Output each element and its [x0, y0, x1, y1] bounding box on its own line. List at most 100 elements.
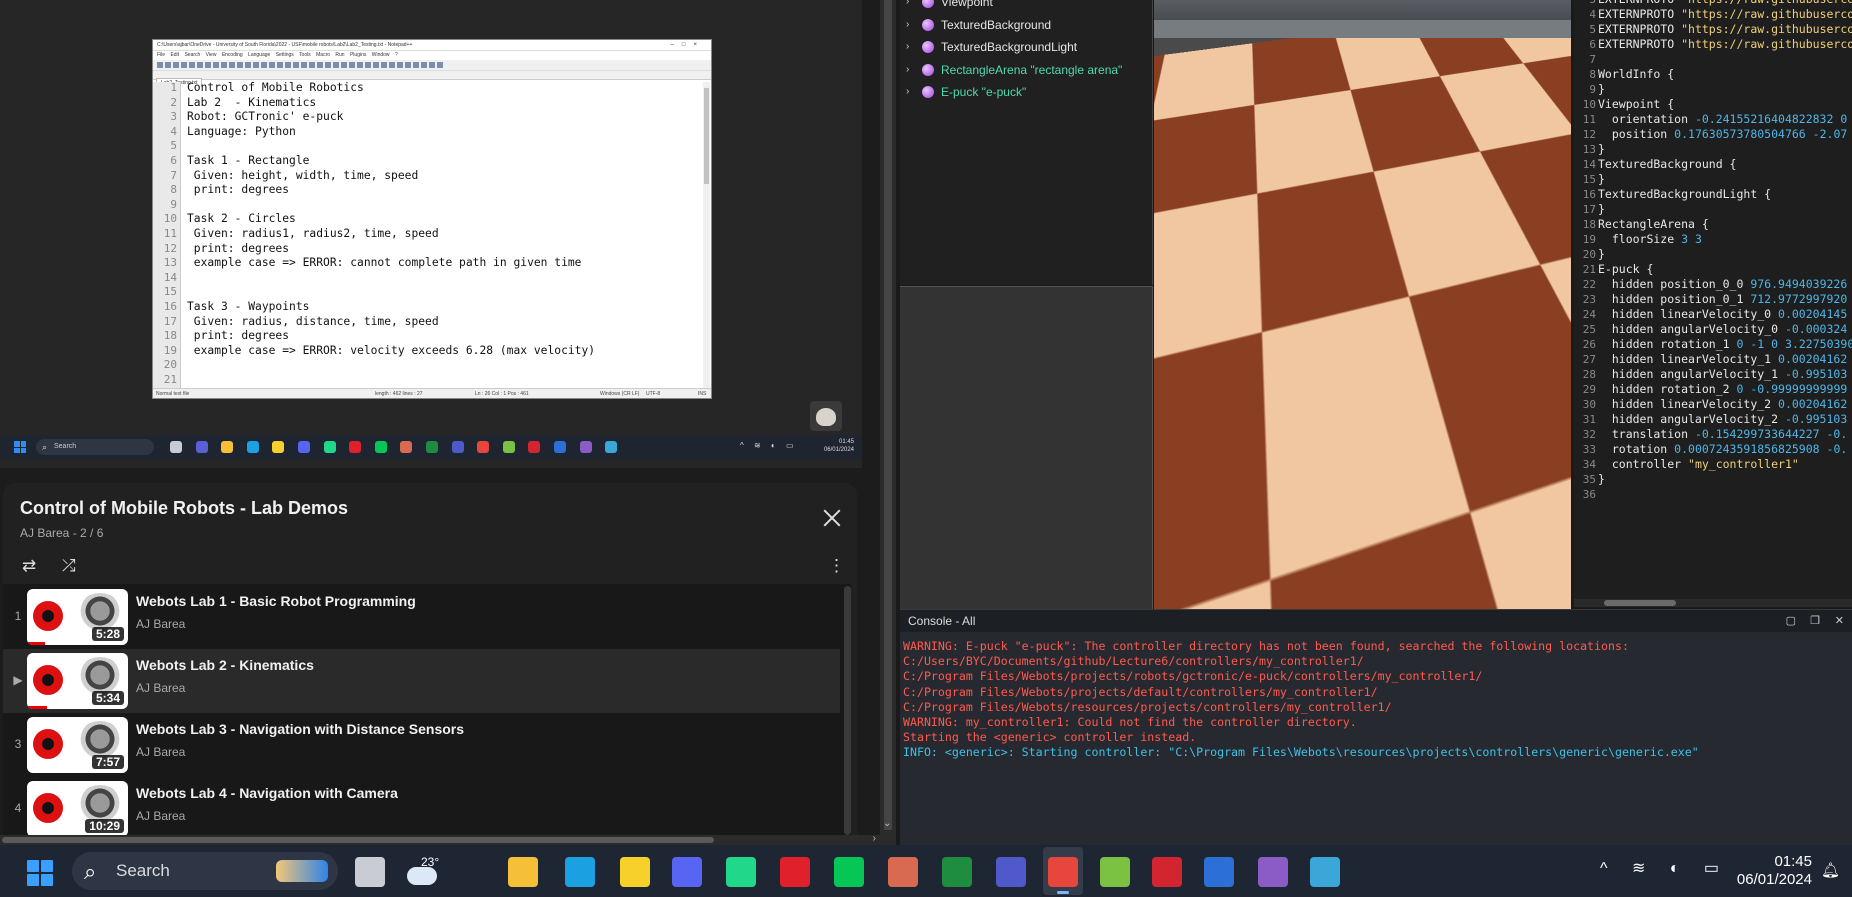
line-number: 17 — [163, 314, 177, 328]
playlist-item[interactable]: 1 5:28 Webots Lab 1 - Basic Robot Programm… — [3, 585, 840, 649]
line-icon[interactable] — [834, 857, 864, 887]
close-icon[interactable]: ✕ — [1835, 610, 1844, 632]
scene-tree-node[interactable]: › RectangleArena "rectangle arena" — [900, 59, 1152, 81]
scroll-down-icon[interactable]: ⌄ — [883, 818, 891, 829]
video-thumbnail[interactable]: 10:29 — [27, 781, 128, 835]
notepad-tabs: Lab2_Testing.txt — [153, 71, 711, 87]
duration-badge: 7:57 — [91, 755, 124, 769]
editor-code-line: hidden linearVelocity_0 0.00204145 — [1598, 307, 1848, 321]
github-icon[interactable] — [1258, 857, 1288, 887]
more-options-icon[interactable]: ⋮ — [828, 557, 845, 574]
visual-studio-icon[interactable] — [1204, 857, 1234, 887]
video-author[interactable]: AJ Barea — [136, 617, 185, 631]
red-app-icon[interactable] — [780, 857, 810, 887]
video-title[interactable]: Webots Lab 1 - Basic Robot Programming — [136, 593, 416, 609]
scene-tree-node[interactable]: › Viewpoint — [900, 0, 1152, 13]
playlist-item[interactable]: 3 7:57 Webots Lab 3 - Navigation with Dist… — [3, 713, 840, 777]
file-explorer-icon[interactable] — [508, 857, 538, 887]
scene-tree-node[interactable]: › E-puck "e-puck" — [900, 81, 1152, 103]
pycharm-icon[interactable] — [726, 857, 756, 887]
start-icon[interactable] — [27, 860, 53, 886]
node-type-icon — [922, 18, 934, 31]
e-puck-robot[interactable] — [1226, 226, 1276, 274]
editor-code-line: EXTERNPROTO "https://raw.githubuserco — [1598, 37, 1852, 51]
loop-icon[interactable]: ⇄ — [22, 556, 36, 576]
playlist-item[interactable]: ▶ 5:34 Webots Lab 2 - Kinematics AJ Barea — [3, 649, 840, 713]
playlist-title[interactable]: Control of Mobile Robots - Lab Demos — [20, 498, 348, 519]
video-thumbnail[interactable]: 5:34 — [27, 653, 128, 709]
green-board-icon[interactable] — [942, 857, 972, 887]
matlab-red-icon[interactable] — [1152, 857, 1182, 887]
line-number: 20 — [163, 358, 177, 372]
system-tray-icons[interactable]: ^ ≋ ◐ ▭ — [1600, 858, 1729, 878]
video-author[interactable]: AJ Barea — [136, 681, 185, 695]
editor-scrollbar — [703, 82, 710, 388]
editor-line-number: 7 — [1589, 53, 1596, 66]
teams-icon[interactable] — [996, 857, 1026, 887]
playlist-index: ▶ — [13, 673, 23, 687]
toolbar-icon — [397, 62, 403, 68]
editor-line-number: 33 — [1582, 443, 1596, 456]
chrome-icon[interactable] — [1048, 857, 1078, 887]
toolbar-icon — [421, 62, 427, 68]
edge-icon[interactable] — [565, 857, 595, 887]
editor-horizontal-scrollbar[interactable] — [1574, 599, 1852, 607]
weather-icon[interactable]: 23° — [405, 855, 443, 887]
discord-icon[interactable] — [672, 857, 702, 887]
toolbar-icon — [189, 62, 195, 68]
notification-bell-icon[interactable]: 🔔︎ — [1821, 861, 1840, 879]
scene-tree-node[interactable]: › TexturedBackgroundLight — [900, 36, 1152, 58]
vertical-scrollbar[interactable]: ⌄ — [880, 0, 896, 845]
editor-code-line: floorSize 3 3 — [1598, 232, 1702, 246]
3d-view[interactable] — [1154, 0, 1571, 609]
restore-icon[interactable]: ❐ — [1810, 610, 1820, 632]
editor-code-line: } — [1598, 202, 1605, 216]
video-title[interactable]: Webots Lab 4 - Navigation with Camera — [136, 785, 398, 801]
mini-green-board-icon — [426, 441, 438, 453]
editor-code-line: TexturedBackgroundLight { — [1598, 187, 1772, 201]
close-icon[interactable] — [821, 507, 843, 529]
video-title[interactable]: Webots Lab 3 - Navigation with Distance … — [136, 721, 464, 737]
code-line: Task 2 - Circles — [187, 212, 296, 226]
scene-tree-node[interactable]: › TexturedBackground — [900, 14, 1152, 36]
taskbar-search[interactable]: ⌕ Search — [72, 852, 338, 890]
expand-arrow-icon[interactable]: › — [906, 81, 909, 103]
editor-code-line: hidden position_0_1 712.9772997920 — [1598, 292, 1848, 306]
video-author[interactable]: AJ Barea — [136, 745, 185, 759]
editor-code-line: hidden angularVelocity_2 -0.995103 — [1598, 412, 1848, 426]
expand-arrow-icon[interactable]: › — [906, 59, 909, 81]
toolbar-icon — [173, 62, 179, 68]
expand-arrow-icon[interactable]: › — [906, 0, 909, 13]
video-player[interactable]: C:\Users\ajbar\OneDrive - University of … — [0, 0, 880, 835]
expand-arrow-icon[interactable]: › — [906, 14, 909, 36]
shuffle-icon[interactable]: ⤮ — [62, 556, 76, 576]
editor-code-line: hidden position_0_0 976.9494039226 — [1598, 277, 1848, 291]
editor-code-line: } — [1598, 247, 1605, 261]
line-number: 13 — [163, 256, 177, 270]
video-thumbnail[interactable]: 5:28 — [27, 589, 128, 645]
status-filetype: Normal text file — [156, 391, 190, 397]
toolbar-icon — [205, 62, 211, 68]
world-text-editor[interactable]: 3EXTERNPROTO "https://raw.githubuserco4E… — [1574, 0, 1852, 607]
webots-icon[interactable] — [1310, 857, 1340, 887]
task-view-icon[interactable] — [355, 857, 385, 887]
game-app-icon[interactable] — [888, 857, 918, 887]
maximize-icon[interactable]: ▢ — [1786, 610, 1796, 632]
horizontal-scrollbar[interactable]: › — [0, 833, 880, 845]
video-author[interactable]: AJ Barea — [136, 809, 185, 823]
scroll-right-icon[interactable]: › — [873, 833, 876, 844]
video-title[interactable]: Webots Lab 2 - Kinematics — [136, 657, 314, 673]
video-thumbnail[interactable]: 7:57 — [27, 717, 128, 773]
editor-line-number: 36 — [1582, 488, 1596, 501]
playlist-item[interactable]: 4 10:29 Webots Lab 4 - Navigation with Cam… — [3, 777, 840, 835]
sticky-notes-icon[interactable] — [620, 857, 650, 887]
qgis-icon[interactable] — [1100, 857, 1130, 887]
tray-icons: ^ ≋ ◐ ▭ — [740, 441, 798, 450]
taskbar-clock[interactable]: 01:45 06/01/2024 — [1737, 853, 1812, 889]
mini-webots-icon — [605, 441, 618, 453]
editor-line-number: 8 — [1589, 68, 1596, 81]
expand-arrow-icon[interactable]: › — [906, 36, 909, 58]
toolbar-icon — [317, 62, 323, 68]
playlist-scrollbar[interactable] — [844, 586, 851, 835]
line-number: 7 — [170, 168, 177, 182]
